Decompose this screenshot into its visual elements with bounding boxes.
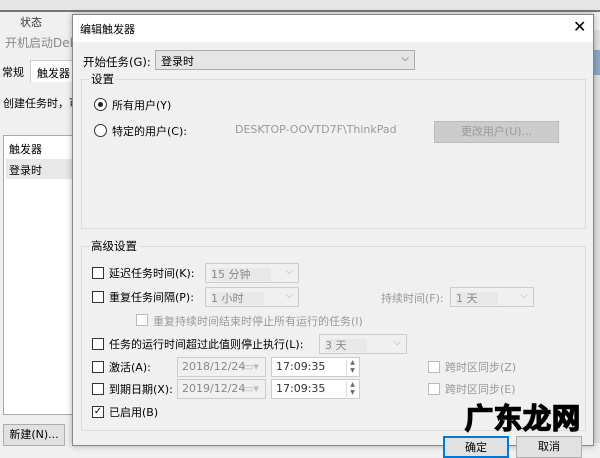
spinner-icon[interactable]: ▲ ▼ xyxy=(346,359,358,375)
chevron-down-icon: ⌵ xyxy=(285,266,293,277)
start-task-value: 登录时 xyxy=(161,55,194,68)
expire-time: 17:09:35 xyxy=(276,382,326,395)
stop-exec-checkbox[interactable] xyxy=(92,338,104,350)
duration-value: 1 天 xyxy=(456,292,498,305)
stop-exec-value: 3 天 xyxy=(325,339,367,352)
triggers-list: 触发器 登录时 xyxy=(3,135,78,415)
duration-label: 持续时间(F): xyxy=(381,292,444,305)
expire-date: 2019/12/24 xyxy=(182,382,246,395)
watermark-logo: 广东龙网 xyxy=(464,401,582,436)
delay-value: 15 分钟 xyxy=(211,268,271,281)
settings-legend: 设置 xyxy=(89,71,116,87)
close-icon[interactable]: ✕ xyxy=(573,17,586,36)
background-edge xyxy=(594,30,600,443)
repeat-label: 重复任务间隔(P): xyxy=(109,291,194,304)
expire-date-picker[interactable]: 2019/12/24 ▭▾ xyxy=(177,379,266,399)
expire-time-field[interactable]: 17:09:35 ▲ ▼ xyxy=(271,379,360,399)
activate-time-field[interactable]: 17:09:35 ▲ ▼ xyxy=(271,357,360,377)
triggers-description: 创建任务时，可 xyxy=(3,97,80,110)
all-users-label: 所有用户(Y) xyxy=(112,99,172,112)
tab-triggers[interactable]: 触发器 xyxy=(30,60,77,82)
start-task-select[interactable]: 登录时 ⌵ xyxy=(155,50,415,70)
activate-label: 激活(A): xyxy=(109,361,151,374)
spinner-icon[interactable]: ▲ ▼ xyxy=(346,381,358,397)
duration-select[interactable]: 1 天 ⌵ xyxy=(450,287,534,307)
calendar-icon: ▭▾ xyxy=(243,360,259,373)
stop-all-checkbox[interactable] xyxy=(136,314,148,326)
chevron-down-icon: ⌵ xyxy=(285,290,293,301)
specific-user-radio[interactable] xyxy=(94,124,107,137)
specific-user-label: 特定的用户(C): xyxy=(112,125,187,138)
cancel-button[interactable]: 取消 xyxy=(516,436,582,458)
list-header: 触发器 xyxy=(9,143,42,156)
top-strip xyxy=(0,0,600,12)
column-header-status: 状态 xyxy=(20,16,42,29)
calendar-icon: ▭▾ xyxy=(243,382,259,395)
delay-checkbox[interactable] xyxy=(92,267,104,279)
expire-sync-label: 跨时区同步(E) xyxy=(445,383,516,396)
repeat-value: 1 小时 xyxy=(211,292,264,305)
all-users-radio[interactable] xyxy=(94,98,107,111)
stop-exec-select[interactable]: 3 天 ⌵ xyxy=(319,334,407,354)
title-bar: 编辑触发器 ✕ xyxy=(73,15,593,42)
user-name: DESKTOP-OOVTD7F\ThinkPad xyxy=(235,123,397,136)
delay-select[interactable]: 15 分钟 ⌵ xyxy=(205,263,299,283)
stop-exec-label: 任务的运行时间超过此值则停止执行(L): xyxy=(109,338,304,351)
check-icon: ✓ xyxy=(93,406,103,417)
edit-trigger-dialog: 编辑触发器 ✕ 开始任务(G): 登录时 ⌵ 设置 所有用户(Y) 特定的用户(… xyxy=(72,14,594,458)
activate-date-picker[interactable]: 2018/12/24 ▭▾ xyxy=(177,357,266,377)
activate-sync-label: 跨时区同步(Z) xyxy=(445,361,517,374)
repeat-checkbox[interactable] xyxy=(92,291,104,303)
expire-label: 到期日期(X): xyxy=(109,383,173,396)
activate-time: 17:09:35 xyxy=(276,360,326,373)
delay-label: 延迟任务时间(K): xyxy=(109,267,195,280)
activate-date: 2018/12/24 xyxy=(182,360,246,373)
background-window-title: 开机启动Debi xyxy=(5,36,81,50)
expire-sync-checkbox[interactable] xyxy=(428,383,440,395)
activate-sync-checkbox[interactable] xyxy=(428,361,440,373)
ok-button[interactable]: 确定 xyxy=(443,436,509,458)
stop-all-label: 重复持续时间结束时停止所有运行的任务(I) xyxy=(153,315,363,328)
dialog-title: 编辑触发器 xyxy=(80,23,135,36)
chevron-down-icon: ⌵ xyxy=(520,290,528,301)
start-task-label: 开始任务(G): xyxy=(83,55,151,69)
expire-checkbox[interactable] xyxy=(92,383,104,395)
tab-general[interactable]: 常规 xyxy=(0,60,30,82)
chevron-down-icon: ⌵ xyxy=(393,337,401,348)
advanced-legend: 高级设置 xyxy=(89,238,139,254)
change-user-button[interactable]: 更改用户(U)... xyxy=(434,121,559,143)
chevron-down-icon: ⌵ xyxy=(401,53,409,64)
settings-group: 设置 所有用户(Y) 特定的用户(C): DESKTOP-OOVTD7F\Thi… xyxy=(81,71,586,229)
enabled-label: 已启用(B) xyxy=(109,406,159,419)
repeat-select[interactable]: 1 小时 ⌵ xyxy=(205,287,299,307)
enabled-checkbox[interactable]: ✓ xyxy=(92,406,104,418)
activate-checkbox[interactable] xyxy=(92,361,104,373)
list-item[interactable]: 登录时 xyxy=(6,159,78,179)
